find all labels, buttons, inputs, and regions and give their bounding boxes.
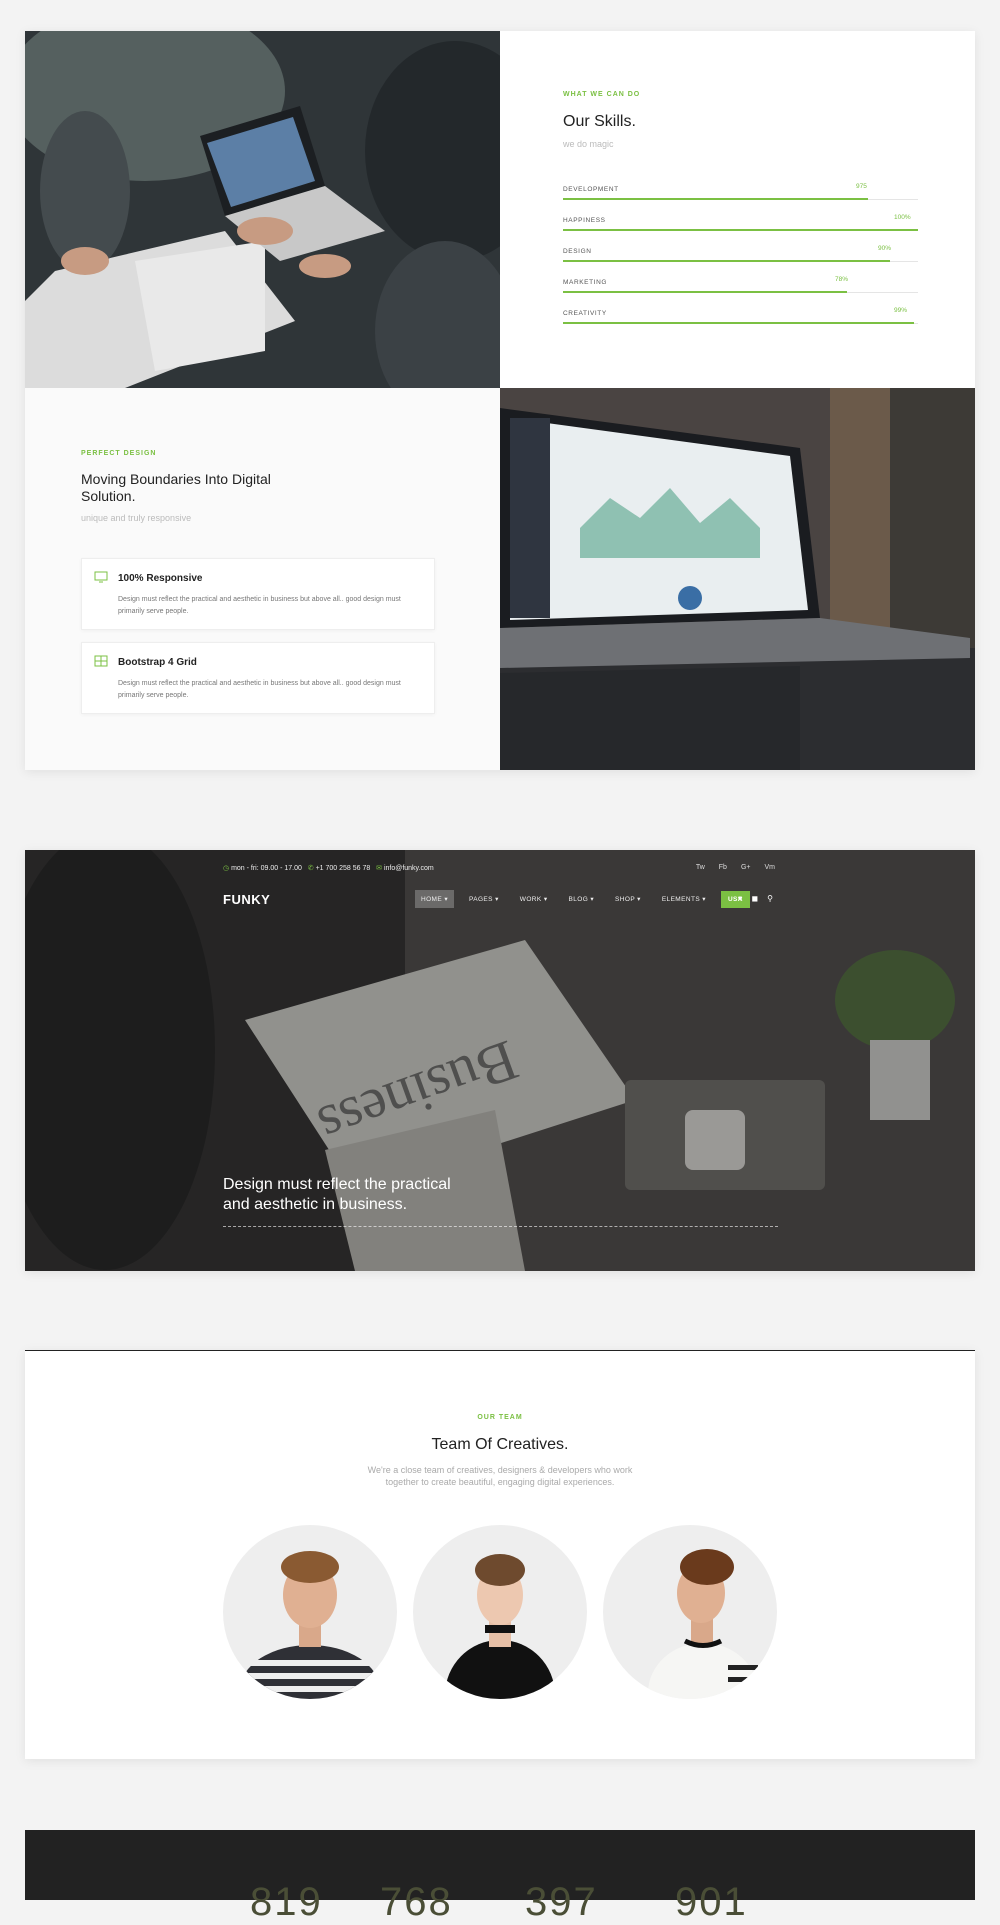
monitor-icon bbox=[94, 571, 108, 583]
stats-section: 819 768 397 901 bbox=[25, 1830, 975, 1924]
hero-headline-line1: Design must reflect the practical bbox=[223, 1176, 451, 1193]
feature-title: Bootstrap 4 Grid bbox=[118, 657, 197, 668]
social-vimeo[interactable]: Vm bbox=[765, 864, 776, 871]
skills-subtitle: we do magic bbox=[563, 139, 614, 149]
skill-bar: HAPPINESS 100% bbox=[563, 214, 918, 237]
clock-icon: ◷ bbox=[223, 865, 230, 872]
team-description: We're a close team of creatives, designe… bbox=[25, 1464, 975, 1488]
nav-elements[interactable]: ELEMENTS ▾ bbox=[656, 890, 712, 908]
mail-icon: ✉ bbox=[376, 865, 382, 872]
design-title: Moving Boundaries Into Digital Solution. bbox=[81, 471, 271, 504]
team-eyebrow: OUR TEAM bbox=[477, 1414, 523, 1421]
skill-fill bbox=[563, 260, 890, 262]
nav-elements-label: ELEMENTS bbox=[661, 896, 701, 903]
nav-work[interactable]: WORK ▾ bbox=[514, 890, 554, 908]
cart-icon[interactable]: ◼ bbox=[752, 894, 759, 903]
skill-label: DEVELOPMENT bbox=[563, 186, 619, 193]
working-hours: mon - fri: 09.00 - 17.00 bbox=[231, 865, 302, 872]
feature-card: Bootstrap 4 Grid Design must reflect the… bbox=[81, 642, 435, 714]
social-links: Tw Fb G+ Vm bbox=[696, 864, 775, 871]
skill-fill bbox=[563, 291, 847, 293]
skills-panel: WHAT WE CAN DO Our Skills. we do magic D… bbox=[500, 31, 975, 388]
social-twitter[interactable]: Tw bbox=[696, 864, 705, 871]
nav-blog[interactable]: BLOG ▾ bbox=[562, 890, 600, 908]
feature-title: 100% Responsive bbox=[118, 573, 203, 584]
team-section: OUR TEAM Team Of Creatives. We're a clos… bbox=[25, 1350, 975, 1759]
hero-section: Business ◷ mon - fri: 09.00 - 17.00 ✆ +1… bbox=[25, 850, 975, 1271]
nav-home[interactable]: HOME ▾ bbox=[415, 890, 454, 908]
feature-desc: Design must reflect the practical and ae… bbox=[118, 596, 401, 615]
main-nav: FUNKY HOME ▾ PAGES ▾ WORK ▾ BLOG ▾ SHOP … bbox=[223, 890, 773, 912]
team-meeting-image bbox=[25, 31, 500, 388]
skills-title: Our Skills. bbox=[563, 113, 636, 130]
brand-logo[interactable]: FUNKY bbox=[223, 892, 270, 907]
team-desc-line1: We're a close team of creatives, designe… bbox=[367, 1465, 633, 1475]
stat-number: 819 bbox=[250, 1880, 323, 1924]
skill-value: 99% bbox=[894, 307, 908, 314]
stat-number: 901 bbox=[675, 1880, 748, 1924]
skill-fill bbox=[563, 198, 868, 200]
team-member-avatar[interactable] bbox=[603, 1525, 777, 1699]
nav-pages-label: PAGES bbox=[468, 896, 493, 903]
heart-icon[interactable]: ♥ bbox=[738, 894, 743, 903]
nav-icons: ♥ ◼ ⚲ bbox=[738, 894, 773, 903]
skill-label: DESIGN bbox=[563, 248, 592, 255]
skill-value: 100% bbox=[894, 214, 911, 221]
phone-icon: ✆ bbox=[307, 865, 314, 872]
design-subtitle: unique and truly responsive bbox=[81, 513, 192, 523]
skill-bar: DESIGN 90% bbox=[563, 245, 918, 268]
hero-headline-line2: and aesthetic in business. bbox=[223, 1196, 408, 1213]
stat-number: 768 bbox=[380, 1880, 453, 1924]
team-title: Team Of Creatives. bbox=[431, 1436, 569, 1453]
feature-card: 100% Responsive Design must reflect the … bbox=[81, 558, 435, 630]
nav-shop[interactable]: SHOP ▾ bbox=[609, 890, 647, 908]
skill-fill bbox=[563, 229, 918, 231]
stat-number: 397 bbox=[525, 1880, 598, 1924]
design-panel: PERFECT DESIGN Moving Boundaries Into Di… bbox=[25, 388, 500, 770]
social-google[interactable]: G+ bbox=[741, 864, 751, 871]
skill-bar: MARKETING 78% bbox=[563, 276, 918, 299]
nav-work-label: WORK bbox=[519, 896, 542, 903]
laptop-dashboard-image bbox=[500, 388, 975, 770]
nav-blog-label: BLOG bbox=[568, 896, 589, 903]
skill-bars: DEVELOPMENT 975 HAPPINESS 100% DESIGN 90… bbox=[563, 183, 918, 336]
nav-pages[interactable]: PAGES ▾ bbox=[463, 890, 505, 908]
divider bbox=[223, 1226, 778, 1227]
nav-home-label: HOME bbox=[421, 896, 443, 903]
grid-icon bbox=[94, 655, 108, 667]
team-member-avatar[interactable] bbox=[223, 1525, 397, 1699]
email-link[interactable]: info@funky.com bbox=[384, 865, 434, 872]
skill-bar: DEVELOPMENT 975 bbox=[563, 183, 918, 206]
hero-headline: Design must reflect the practical and ae… bbox=[223, 1175, 523, 1215]
feature-desc: Design must reflect the practical and ae… bbox=[118, 680, 401, 699]
nav-menu: HOME ▾ PAGES ▾ WORK ▾ BLOG ▾ SHOP ▾ ELEM… bbox=[415, 890, 750, 908]
nav-shop-label: SHOP bbox=[615, 896, 635, 903]
team-member-avatar[interactable] bbox=[413, 1525, 587, 1699]
phone-number[interactable]: +1 700 258 56 78 bbox=[316, 865, 371, 872]
skills-section: WHAT WE CAN DO Our Skills. we do magic D… bbox=[25, 31, 975, 770]
top-bar: ◷ mon - fri: 09.00 - 17.00 ✆ +1 700 258 … bbox=[223, 864, 434, 872]
skill-value: 975 bbox=[856, 183, 867, 190]
search-icon[interactable]: ⚲ bbox=[767, 894, 773, 903]
social-facebook[interactable]: Fb bbox=[719, 864, 727, 871]
skill-fill bbox=[563, 322, 914, 324]
design-eyebrow: PERFECT DESIGN bbox=[81, 450, 157, 457]
skill-bar: CREATIVITY 99% bbox=[563, 307, 918, 330]
skill-label: CREATIVITY bbox=[563, 310, 607, 317]
skill-label: MARKETING bbox=[563, 279, 608, 286]
team-desc-line2: together to create beautiful, engaging d… bbox=[385, 1477, 615, 1487]
skill-label: HAPPINESS bbox=[563, 217, 606, 224]
skill-value: 78% bbox=[835, 276, 849, 283]
skill-value: 90% bbox=[878, 245, 892, 252]
skills-eyebrow: WHAT WE CAN DO bbox=[563, 91, 641, 98]
